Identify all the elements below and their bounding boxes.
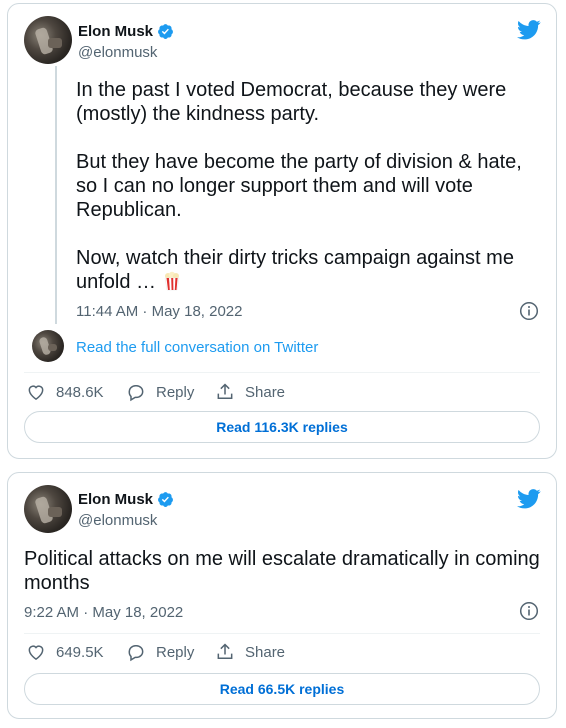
like-count: 649.5K <box>56 643 104 661</box>
like-count: 848.6K <box>56 383 104 401</box>
author-avatar[interactable] <box>24 16 72 64</box>
share-label: Share <box>245 643 286 661</box>
tweet-text: Political attacks on me will escalate dr… <box>24 547 540 595</box>
tweet-text: In the past I voted Democrat, because th… <box>76 78 522 294</box>
share-button[interactable]: Share <box>215 382 285 402</box>
verified-badge-icon <box>158 492 173 507</box>
info-icon[interactable] <box>519 601 539 621</box>
popcorn-emoji-icon <box>164 271 179 291</box>
tweet-text-line: Now, watch their dirty tricks campaign a… <box>76 247 514 269</box>
embedded-tweet-card: Elon Musk @elonmusk Political attacks on… <box>7 472 557 719</box>
share-icon <box>217 383 233 399</box>
like-button[interactable]: 848.6K <box>26 382 104 402</box>
twitter-bird-icon[interactable] <box>517 20 541 40</box>
verified-badge-icon <box>158 24 173 39</box>
author-handle[interactable]: @elonmusk <box>78 44 157 61</box>
conversation-avatar[interactable] <box>32 330 64 362</box>
reply-button[interactable]: Reply <box>126 382 194 402</box>
tweet-text-line: But they have become the party of divisi… <box>76 151 522 173</box>
tweet-text-line: In the past I voted Democrat, because th… <box>76 79 507 101</box>
share-button[interactable]: Share <box>215 642 285 662</box>
tweet-timestamp[interactable]: 9:22 AM · May 18, 2022 <box>24 604 183 621</box>
thread-connector-line <box>55 66 57 324</box>
embedded-tweet-card: Elon Musk @elonmusk In the past I voted … <box>7 3 557 459</box>
divider <box>24 372 540 373</box>
author-name-text[interactable]: Elon Musk <box>78 23 153 40</box>
info-icon[interactable] <box>519 301 539 321</box>
reply-label: Reply <box>156 383 195 401</box>
tweet-text-line: months <box>24 572 90 594</box>
tweet-text-line: Political attacks on me will escalate dr… <box>24 548 540 570</box>
like-button[interactable]: 649.5K <box>26 642 104 662</box>
author-avatar[interactable] <box>24 485 72 533</box>
reply-button[interactable]: Reply <box>126 642 194 662</box>
author-handle[interactable]: @elonmusk <box>78 512 157 529</box>
author-name[interactable]: Elon Musk <box>78 491 174 508</box>
share-icon <box>217 643 233 659</box>
read-replies-button[interactable]: Read 66.5K replies <box>24 673 540 705</box>
share-label: Share <box>245 383 286 401</box>
author-name-text[interactable]: Elon Musk <box>78 491 153 508</box>
twitter-bird-icon[interactable] <box>517 489 541 509</box>
tweet-timestamp[interactable]: 11:44 AM · May 18, 2022 <box>76 303 243 320</box>
tweet-text-line: unfold … <box>76 271 157 293</box>
reply-label: Reply <box>156 643 195 661</box>
heart-icon <box>28 645 44 660</box>
reply-icon <box>128 645 144 662</box>
tweet-text-line: (mostly) the kindness party. <box>76 103 320 125</box>
divider <box>24 633 540 634</box>
read-replies-button[interactable]: Read 116.3K replies <box>24 411 540 443</box>
tweet-text-line: Republican. <box>76 199 182 221</box>
read-full-conversation-link[interactable]: Read the full conversation on Twitter <box>76 339 318 356</box>
author-name[interactable]: Elon Musk <box>78 23 174 40</box>
reply-icon <box>128 385 144 402</box>
heart-icon <box>28 385 44 400</box>
tweet-text-line: so I can no longer support them and will… <box>76 175 473 197</box>
